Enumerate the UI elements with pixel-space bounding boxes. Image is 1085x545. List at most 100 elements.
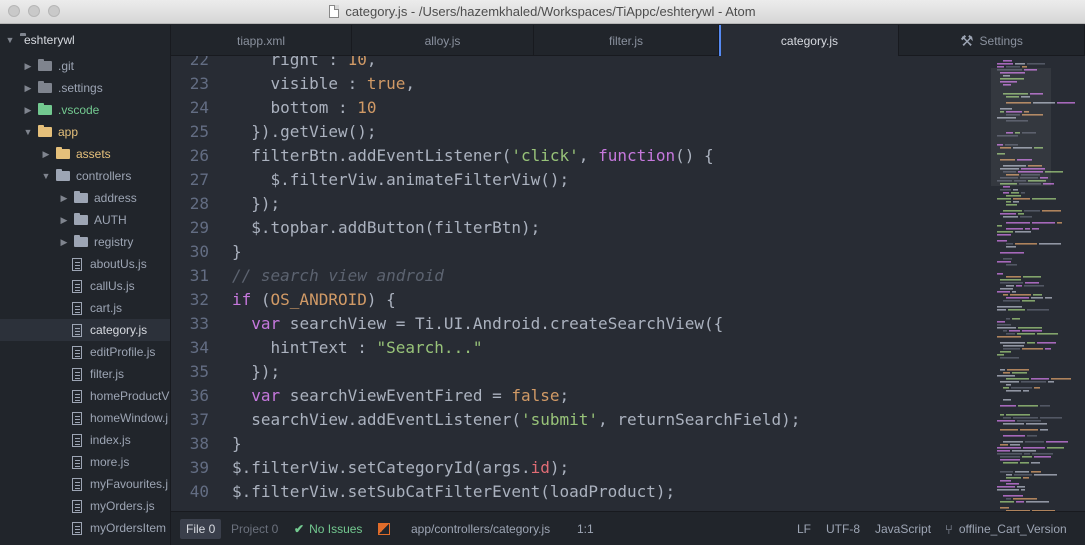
chevron-right-icon[interactable]: ▶ — [22, 61, 34, 72]
minimap-line — [997, 231, 1013, 233]
minimap-line — [1016, 285, 1022, 287]
code-line[interactable]: 31 // search view android — [171, 263, 991, 287]
file-path[interactable]: app/controllers/category.js — [411, 512, 550, 545]
minimap-line — [1006, 483, 1019, 485]
line-number: 23 — [189, 73, 209, 93]
minimap-line — [1000, 357, 1019, 359]
chevron-right-icon[interactable]: ▶ — [58, 237, 70, 248]
tree-file[interactable]: callUs.js — [0, 275, 170, 297]
chevron-right-icon[interactable]: ▶ — [58, 215, 70, 226]
project-issues-tab[interactable]: Project 0 — [225, 519, 284, 539]
code-line[interactable]: 27 $.filterViw.animateFilterViw(); — [171, 167, 991, 191]
code-line[interactable]: 39 $.filterViw.setCategoryId(args.id); — [171, 455, 991, 479]
minimap-line — [1018, 405, 1038, 407]
code-line[interactable]: 34 hintText : "Search..." — [171, 335, 991, 359]
code-line[interactable]: 35 }); — [171, 359, 991, 383]
tree-view[interactable]: ▼ eshterywl ▶ .git ▶ .settings ▶ .vscode ▼ app ▶… — [0, 25, 171, 545]
tab-category-js[interactable]: category.js — [719, 25, 899, 57]
tab-alloy-js[interactable]: alloy.js — [352, 25, 534, 56]
minimize-button[interactable] — [28, 5, 40, 17]
tree-folder[interactable]: ▶ address — [0, 187, 170, 209]
minimap-line — [997, 273, 1003, 275]
minimap-line — [1012, 318, 1020, 320]
file-issues-tab[interactable]: File 0 — [180, 519, 222, 539]
folder-icon — [74, 235, 88, 247]
minimap-line — [1010, 294, 1031, 296]
tree-file[interactable]: myFavourites.j — [0, 473, 170, 495]
tab-settings[interactable]: ⚒ Settings — [899, 25, 1085, 56]
code-line[interactable]: 29 $.topbar.addButton(filterBtn); — [171, 215, 991, 239]
chevron-right-icon[interactable]: ▶ — [22, 105, 34, 116]
tree-file[interactable]: aboutUs.js — [0, 253, 170, 275]
folder-icon — [74, 191, 88, 203]
tree-file[interactable]: myOrders.js — [0, 495, 170, 517]
code-editor[interactable]: 22 right : 10, 23 visible : true, 24 botto… — [171, 56, 991, 511]
code-line[interactable]: 28 }); — [171, 191, 991, 215]
zoom-button[interactable] — [48, 5, 60, 17]
tab-filter-js[interactable]: filter.js — [534, 25, 719, 56]
chevron-right-icon[interactable]: ▶ — [22, 83, 34, 94]
code-line[interactable]: 24 bottom : 10 — [171, 95, 991, 119]
tree-file[interactable]: more.js — [0, 451, 170, 473]
minimap-line — [1021, 489, 1025, 491]
code-line[interactable]: 36 var searchViewEventFired = false; — [171, 383, 991, 407]
code-line[interactable]: 33 var searchView = Ti.UI.Android.create… — [171, 311, 991, 335]
tree-root[interactable]: ▼ eshterywl — [0, 29, 170, 51]
grammar[interactable]: JavaScript — [875, 512, 931, 545]
window-controls[interactable] — [8, 5, 60, 17]
minimap[interactable] — [991, 56, 1085, 511]
tree-file[interactable]: editProfile.js — [0, 341, 170, 363]
minimap-line — [1006, 195, 1021, 197]
git-branch[interactable]: ⑂ offline_Cart_Version — [945, 512, 1067, 545]
encoding[interactable]: UTF-8 — [826, 512, 860, 545]
chevron-right-icon[interactable]: ▶ — [58, 193, 70, 204]
close-button[interactable] — [8, 5, 20, 17]
chevron-right-icon[interactable]: ▶ — [40, 149, 52, 160]
tab-tiapp-xml[interactable]: tiapp.xml — [171, 25, 352, 56]
minimap-line — [1023, 447, 1045, 449]
code-line[interactable]: 25 }).getView(); — [171, 119, 991, 143]
code-line[interactable]: 30} — [171, 239, 991, 263]
code-line[interactable]: 38} — [171, 431, 991, 455]
tree-folder[interactable]: ▶ registry — [0, 231, 170, 253]
code-line[interactable]: 37 searchView.addEventListener('submit',… — [171, 407, 991, 431]
line-number: 38 — [189, 433, 209, 453]
tree-file[interactable]: index.js — [0, 429, 170, 451]
code-line[interactable]: 26 filterBtn.addEventListener('click', f… — [171, 143, 991, 167]
tree-folder[interactable]: ▶ AUTH — [0, 209, 170, 231]
tree-file[interactable]: homeWindow.j — [0, 407, 170, 429]
code-line[interactable]: 32 if (OS_ANDROID) { — [171, 287, 991, 311]
minimap-line — [997, 261, 1011, 263]
line-ending[interactable]: LF — [797, 512, 811, 545]
minimap-line — [1024, 453, 1030, 455]
line-number: 26 — [189, 145, 209, 165]
tree-file[interactable]: filter.js — [0, 363, 170, 385]
tree-folder[interactable]: ▶ .settings — [0, 77, 170, 99]
code-line[interactable]: 23 visible : true, — [171, 71, 991, 95]
minimap-line — [1013, 417, 1038, 419]
cursor-position[interactable]: 1:1 — [577, 512, 594, 545]
line-number: 34 — [189, 337, 209, 357]
line-number: 39 — [189, 457, 209, 477]
tree-file[interactable]: category.js — [0, 319, 170, 341]
chevron-down-icon[interactable]: ▼ — [22, 127, 34, 137]
code-line[interactable]: 40 $.filterViw.setSubCatFilterEvent(loadP… — [171, 479, 991, 503]
minimap-line — [1006, 276, 1021, 278]
chevron-down-icon[interactable]: ▼ — [40, 171, 52, 181]
minimap-line — [1000, 456, 1020, 458]
tree-file[interactable]: homeProductV — [0, 385, 170, 407]
tree-folder[interactable]: ▼ app — [0, 121, 170, 143]
tree-folder[interactable]: ▼ controllers — [0, 165, 170, 187]
tree-folder[interactable]: ▶ assets — [0, 143, 170, 165]
tree-item-label: homeWindow.j — [90, 411, 169, 425]
tree-file[interactable]: myOrdersItem — [0, 517, 170, 539]
code-line[interactable]: 22 right : 10, — [171, 56, 991, 71]
folder-icon — [38, 59, 52, 71]
tree-file[interactable]: cart.js — [0, 297, 170, 319]
tree-folder[interactable]: ▶ .vscode — [0, 99, 170, 121]
linter-status[interactable]: ✔ No Issues — [294, 512, 362, 545]
minimap-line — [1015, 471, 1029, 473]
tree-folder[interactable]: ▶ .git — [0, 55, 170, 77]
minimap-line — [1027, 63, 1045, 65]
minimap-visible-area[interactable] — [991, 68, 1051, 186]
